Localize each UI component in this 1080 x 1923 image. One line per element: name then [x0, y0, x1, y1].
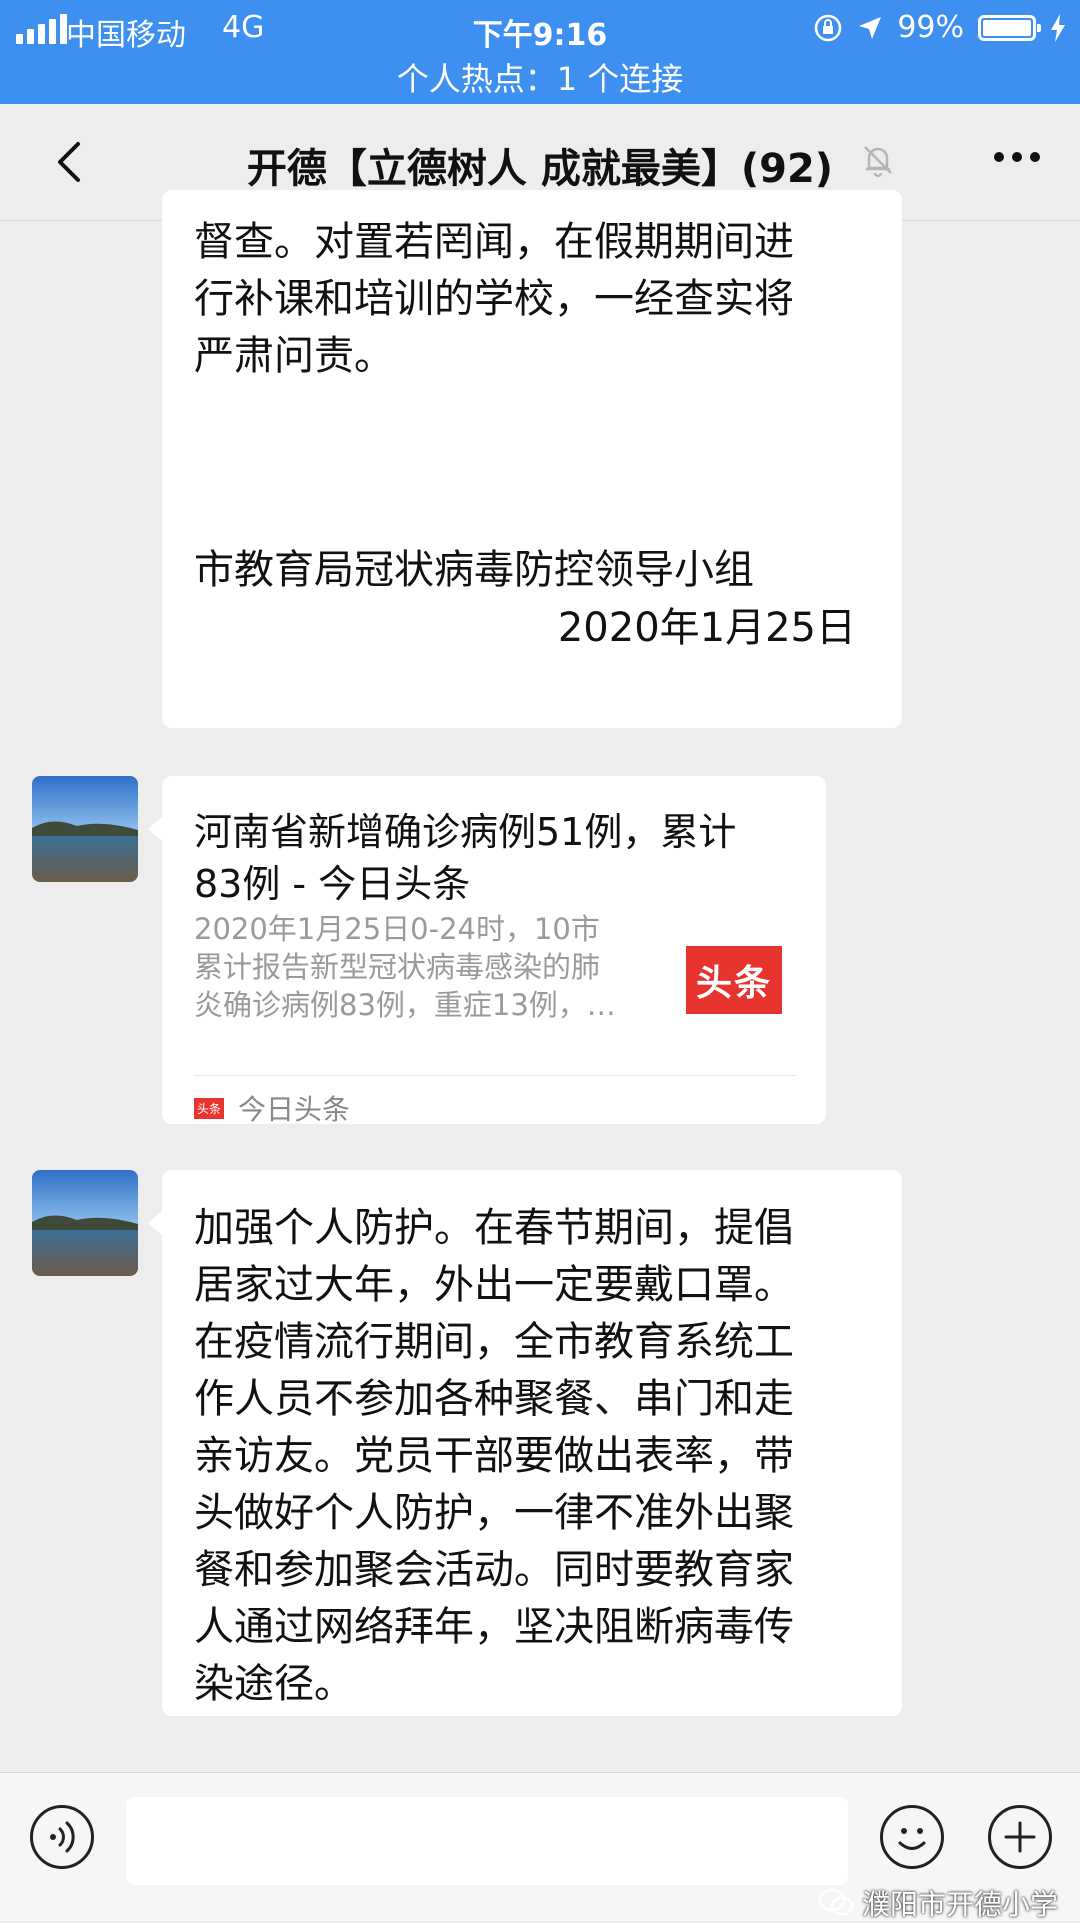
- message-line: 作人员不参加各种聚餐、串门和走: [194, 1376, 794, 1422]
- toutiao-logo-icon: 头条: [676, 922, 792, 1038]
- link-desc-line: 累计报告新型冠状病毒感染的肺: [194, 950, 601, 984]
- voice-icon[interactable]: [30, 1805, 94, 1869]
- link-desc-line: 炎确诊病例83例，重症13例，…: [194, 988, 616, 1022]
- emoji-icon[interactable]: [880, 1805, 944, 1869]
- bell-muted-icon: [864, 146, 892, 178]
- message-line: 人通过网络拜年，坚决阻断病毒传: [194, 1604, 794, 1650]
- message-bubble-text[interactable]: 督查。对置若罔闻，在假期期间进 行补课和培训的学校，一经查实将 严肃问责。 市教…: [162, 190, 902, 728]
- more-dots-icon[interactable]: [994, 152, 1040, 162]
- message-line: 居家过大年，外出一定要戴口罩。: [194, 1262, 794, 1308]
- chat-title: 开德【立德树人 成就最美】(92): [246, 146, 834, 192]
- battery-percent: 99%: [897, 10, 964, 45]
- message-line: 餐和参加聚会活动。同时要教育家: [194, 1547, 794, 1593]
- link-desc-line: 2020年1月25日0-24时，10市: [194, 912, 600, 946]
- avatar[interactable]: [32, 1170, 138, 1276]
- charging-bolt-icon: [1051, 13, 1065, 42]
- message-input[interactable]: [126, 1797, 848, 1885]
- rotation-lock-icon: [815, 14, 842, 41]
- hotspot-banner[interactable]: 个人热点：1 个连接: [0, 54, 1080, 100]
- message-line: 染途径。: [194, 1661, 354, 1707]
- avatar[interactable]: [32, 776, 138, 882]
- plus-icon[interactable]: [988, 1805, 1052, 1869]
- message-line: 头做好个人防护，一律不准外出聚: [194, 1490, 794, 1536]
- message-date: 2020年1月25日: [557, 605, 856, 651]
- message-line: 严肃问责。: [194, 333, 394, 379]
- message-line: 督查。对置若罔闻，在假期期间进: [194, 219, 794, 265]
- wechat-icon: [818, 1888, 854, 1916]
- input-bar: 濮阳市开德小学: [0, 1772, 1080, 1921]
- message-line: 加强个人防护。在春节期间，提倡: [194, 1205, 794, 1251]
- link-card[interactable]: 河南省新增确诊病例51例，累计 83例 - 今日头条 2020年1月25日0-2…: [162, 776, 826, 1126]
- message-signature: 市教育局冠状病毒防控领导小组: [194, 547, 754, 593]
- divider: [194, 1075, 796, 1076]
- location-arrow-icon: [859, 16, 882, 39]
- link-source: 头条 今日头条: [194, 1088, 350, 1128]
- message-line: 在疫情流行期间，全市教育系统工: [194, 1319, 794, 1365]
- message-bubble-text[interactable]: 加强个人防护。在春节期间，提倡 居家过大年，外出一定要戴口罩。 在疫情流行期间，…: [162, 1170, 902, 1716]
- watermark: 濮阳市开德小学: [818, 1883, 1058, 1923]
- status-bar: 中国移动 4G 下午9:16 99% 个人热点：1 个连接: [0, 0, 1080, 104]
- link-title-line: 83例 - 今日头条: [194, 862, 471, 906]
- message-line: 亲访友。党员干部要做出表率，带: [194, 1433, 794, 1479]
- watermark-text: 濮阳市开德小学: [861, 1888, 1058, 1921]
- toutiao-small-icon: 头条: [194, 1097, 225, 1119]
- toutiao-logo-label: 头条: [685, 946, 782, 1014]
- message-line: 行补课和培训的学校，一经查实将: [194, 276, 794, 322]
- link-source-name: 今日头条: [238, 1093, 351, 1126]
- link-title-line: 河南省新增确诊病例51例，累计: [194, 810, 737, 854]
- battery-icon: [978, 14, 1041, 41]
